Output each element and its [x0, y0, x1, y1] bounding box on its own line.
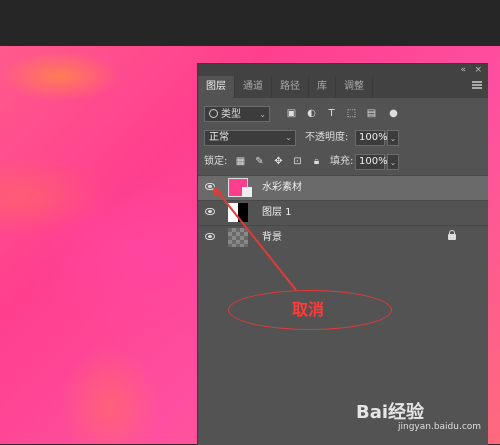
annotation-arrow: [213, 186, 297, 291]
watermark-logo: Bai经验: [356, 402, 425, 423]
watermark-url: jingyan.baidu.com: [398, 422, 482, 432]
annotation-label: 取消: [292, 300, 325, 319]
